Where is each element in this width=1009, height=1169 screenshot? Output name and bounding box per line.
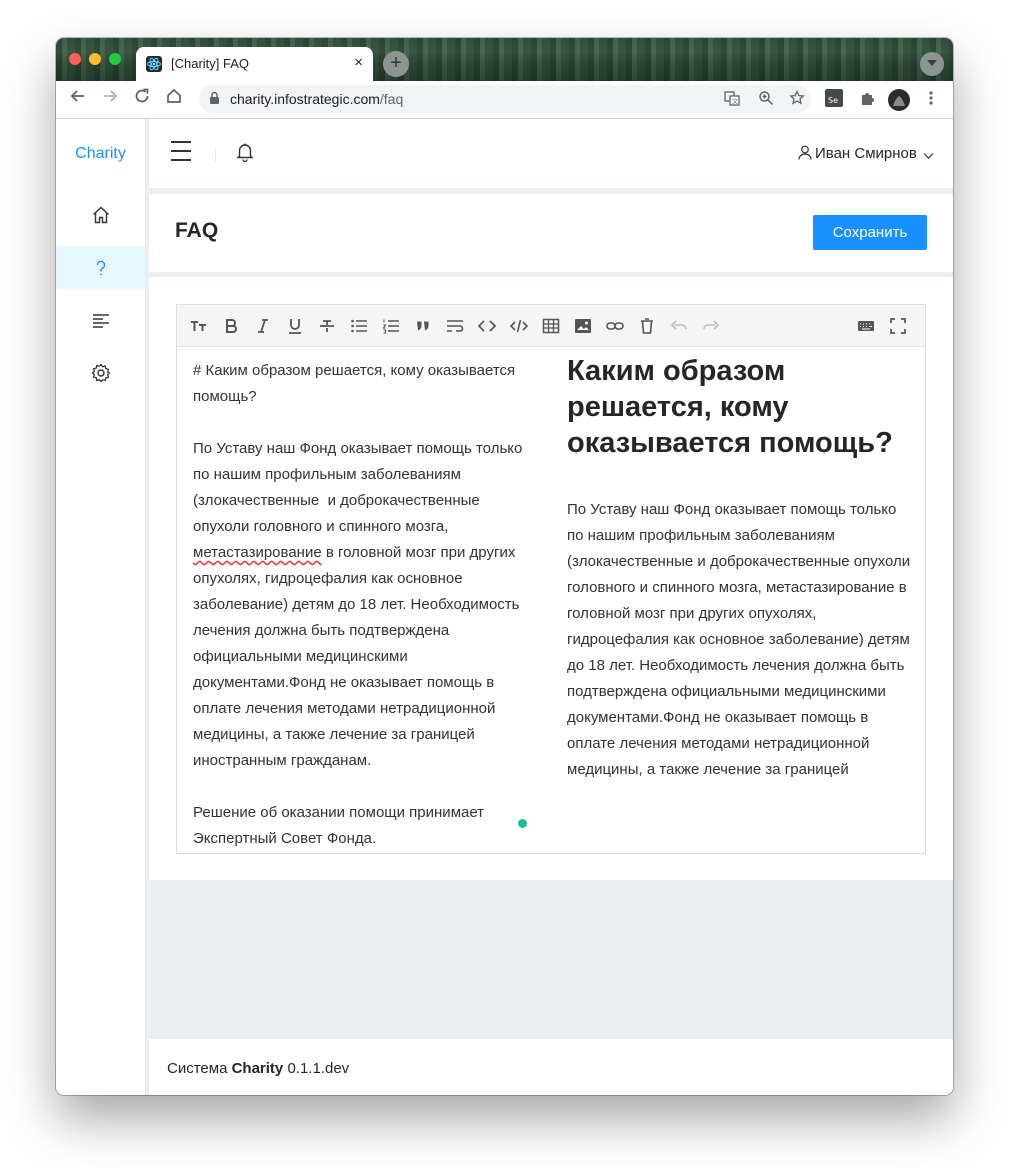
selenium-extension-icon[interactable]: Se — [825, 89, 845, 109]
sidebar-item-faq[interactable] — [56, 246, 145, 289]
keyboard-icon[interactable] — [857, 317, 875, 335]
trash-icon[interactable] — [638, 317, 656, 335]
source-paragraph-2: Решение об оказании помощи принимает Экс… — [193, 804, 489, 847]
extensions-puzzle-icon[interactable] — [859, 89, 879, 109]
source-paragraph-1a: По Уставу наш Фонд оказывает помощь толь… — [193, 440, 527, 535]
chevron-down-icon — [923, 153, 934, 159]
sidebar-item-home[interactable] — [56, 193, 145, 236]
title-bar: [Charity] FAQ × + — [56, 38, 953, 81]
preview-heading: Каким образом решается, кому оказывается… — [567, 355, 893, 459]
save-button[interactable]: Сохранить — [813, 215, 927, 250]
home-icon — [93, 206, 109, 224]
minimize-window-button[interactable] — [89, 53, 101, 65]
footer-version: 0.1.1.dev — [287, 1060, 350, 1077]
react-favicon-icon — [146, 56, 162, 72]
profile-avatar-icon[interactable] — [888, 89, 910, 111]
settings-icon — [91, 363, 111, 383]
svg-text:文: 文 — [732, 98, 738, 106]
back-icon[interactable] — [66, 87, 90, 110]
main-area: Иван Смирнов FAQ Сохранить # Каким образ… — [146, 119, 953, 1095]
source-misspelled-word: метастазирование — [193, 544, 322, 561]
address-bar[interactable]: charity.infostrategic.com/faq 文 — [199, 85, 811, 113]
code-icon[interactable] — [478, 317, 496, 335]
lock-icon — [209, 91, 219, 104]
status-dot — [518, 819, 527, 828]
markdown-source[interactable]: # Каким образом решается, кому оказывает… — [193, 358, 537, 852]
sidebar-item-pages[interactable] — [56, 299, 145, 342]
markdown-preview: Каким образом решается, кому оказывается… — [567, 353, 911, 852]
browser-menu-icon[interactable] — [924, 89, 944, 109]
sidebar: Charity — [56, 119, 146, 1095]
content-card: # Каким образом решается, кому оказывает… — [149, 277, 953, 880]
svg-text:Se: Se — [828, 96, 838, 105]
numbered-list-icon[interactable] — [382, 317, 400, 335]
bulleted-list-icon[interactable] — [350, 317, 368, 335]
italic-icon[interactable] — [254, 317, 272, 335]
link-icon[interactable] — [606, 317, 624, 335]
new-tab-button[interactable]: + — [383, 51, 409, 77]
question-icon — [96, 260, 106, 276]
table-icon[interactable] — [542, 317, 560, 335]
reload-icon[interactable] — [130, 87, 154, 110]
user-icon — [798, 145, 812, 160]
user-name: Иван Смирнов — [814, 145, 917, 162]
source-paragraph-1b: в головной мозг при других опухолях, гид… — [193, 544, 524, 769]
page-title: FAQ — [175, 219, 219, 242]
user-menu[interactable]: Иван Смирнов — [798, 145, 937, 162]
code-block-icon[interactable] — [510, 317, 528, 335]
maximize-window-button[interactable] — [109, 53, 121, 65]
align-left-icon — [93, 314, 109, 328]
footer: Система Charity 0.1.1.dev — [149, 1039, 953, 1095]
home-nav-icon[interactable] — [162, 87, 186, 110]
quote-icon[interactable] — [414, 317, 432, 335]
translate-icon[interactable]: 文 — [724, 90, 740, 110]
close-window-button[interactable] — [69, 53, 81, 65]
menu-toggle-icon[interactable] — [171, 141, 191, 168]
forward-icon[interactable] — [98, 87, 122, 110]
underline-icon[interactable] — [286, 317, 304, 335]
fullscreen-icon[interactable] — [889, 317, 907, 335]
browser-toolbar: charity.infostrategic.com/faq 文 Se — [56, 81, 953, 119]
url-host: charity.infostrategic.com — [230, 91, 380, 107]
page-header: FAQ Сохранить — [149, 194, 953, 272]
wrap-icon[interactable] — [446, 317, 464, 335]
image-icon[interactable] — [574, 317, 592, 335]
tab-title: [Charity] FAQ — [171, 56, 250, 71]
brand-logo[interactable]: Charity — [56, 145, 145, 163]
url-path: /faq — [379, 91, 404, 107]
markdown-editor: # Каким образом решается, кому оказывает… — [176, 304, 926, 854]
tab-close-icon[interactable]: × — [354, 54, 363, 71]
redo-icon[interactable] — [702, 317, 720, 335]
preview-paragraph: По Уставу наш Фонд оказывает помощь толь… — [567, 501, 911, 778]
editor-toolbar — [177, 305, 925, 347]
bold-icon[interactable] — [222, 317, 240, 335]
browser-tab[interactable]: [Charity] FAQ × — [136, 47, 373, 81]
strikethrough-icon[interactable] — [318, 317, 336, 335]
undo-icon[interactable] — [670, 317, 688, 335]
browser-window: [Charity] FAQ × + charity.infostrategic.… — [56, 38, 953, 1095]
sidebar-item-settings[interactable] — [56, 351, 145, 394]
bell-icon[interactable] — [236, 142, 254, 167]
text-size-icon[interactable] — [190, 317, 208, 335]
footer-prefix: Система — [167, 1060, 228, 1077]
bookmark-star-icon[interactable] — [789, 89, 805, 110]
source-heading: # Каким образом решается, кому оказывает… — [193, 362, 520, 405]
top-header: Иван Смирнов — [149, 119, 953, 188]
zoom-icon[interactable] — [758, 90, 774, 110]
tab-search-icon[interactable] — [920, 52, 944, 76]
footer-brand: Charity — [231, 1060, 284, 1077]
